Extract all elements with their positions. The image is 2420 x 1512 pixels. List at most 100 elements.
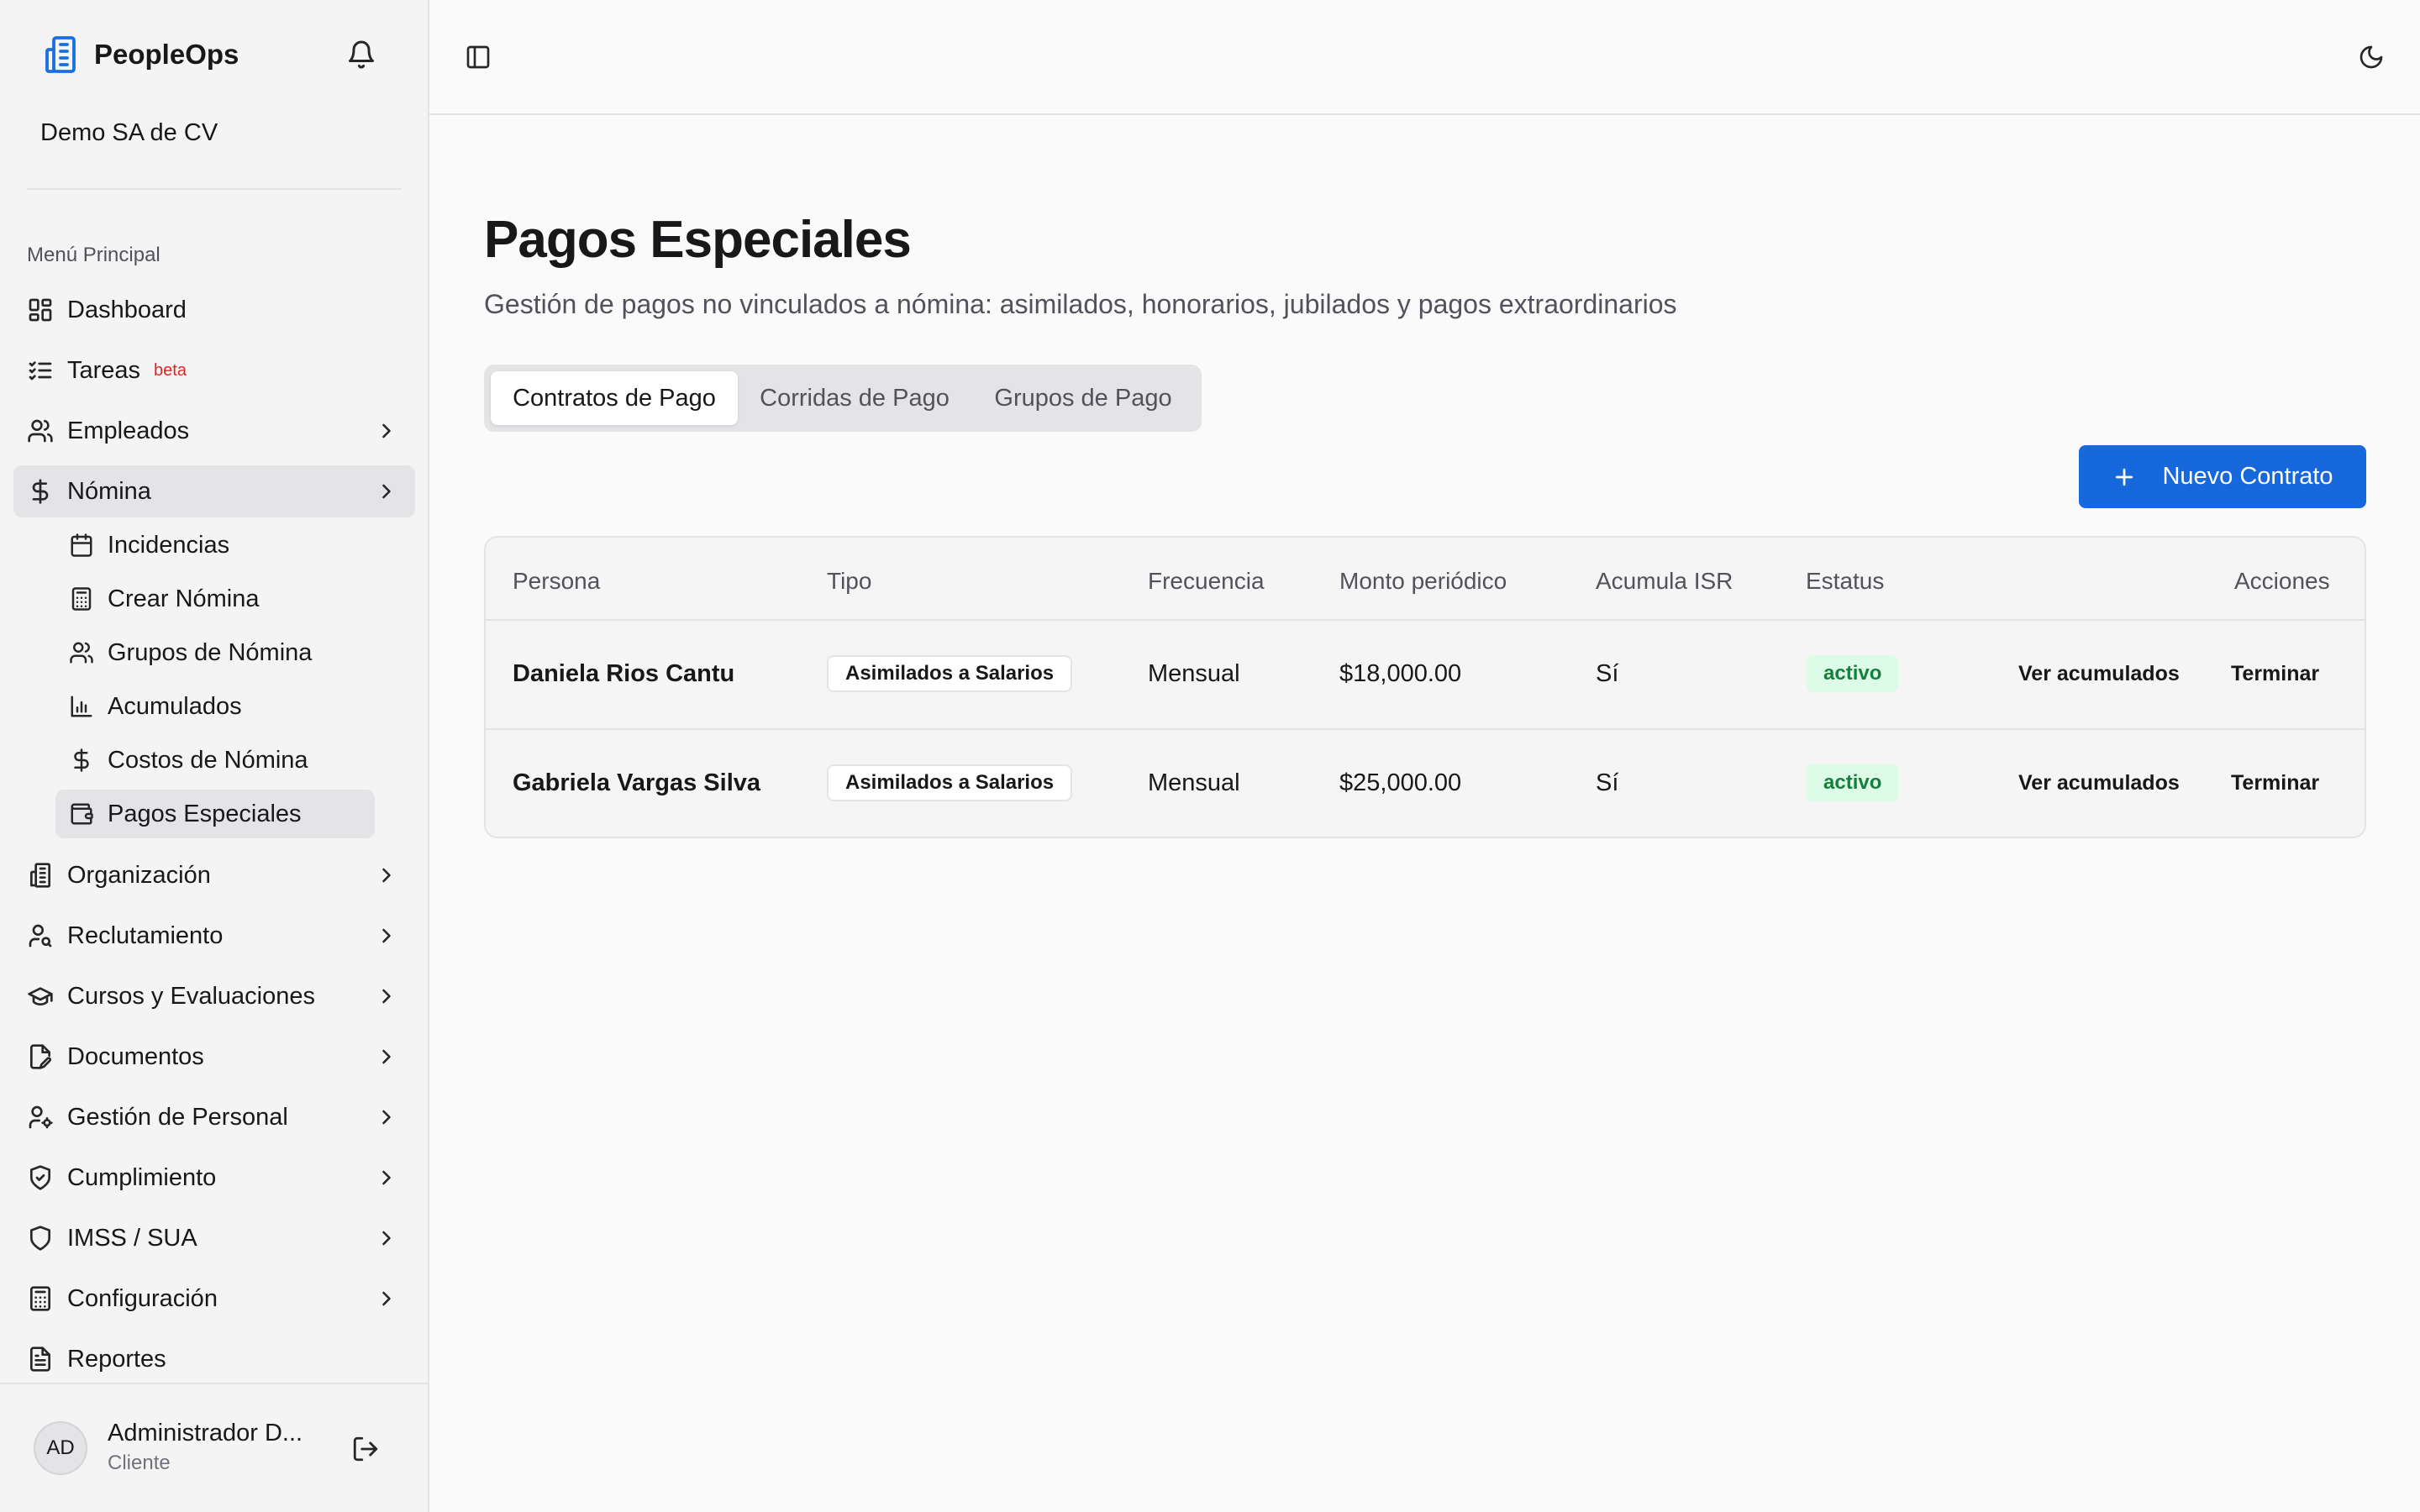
column-header-persona[interactable]: Persona bbox=[513, 568, 600, 595]
status-badge: activo bbox=[1807, 764, 1899, 801]
user-name: Administrador D... bbox=[108, 1420, 303, 1446]
chevron-right-icon bbox=[382, 868, 391, 883]
column-header-tipo[interactable]: Tipo bbox=[827, 568, 871, 595]
cell-monto: $18,000.00 bbox=[1339, 660, 1462, 687]
moon-icon[interactable] bbox=[2358, 44, 2385, 71]
cell-acumula-isr: Sí bbox=[1596, 769, 1619, 796]
building-icon bbox=[30, 863, 50, 888]
sidebar-subitem-incidencias[interactable]: Incidencias bbox=[55, 521, 375, 570]
sidebar-item-reclutamiento[interactable]: Reclutamiento bbox=[13, 910, 415, 962]
chevron-right-icon bbox=[382, 484, 391, 499]
sidebar-item-documentos[interactable]: Documentos bbox=[13, 1031, 415, 1083]
shield-icon bbox=[30, 1226, 50, 1251]
dollar-sign-icon bbox=[74, 748, 89, 772]
sidebar: PeopleOps Demo SA de CV Menú Principal D… bbox=[0, 0, 429, 1512]
chevron-right-icon bbox=[382, 1170, 391, 1185]
section-label: Menú Principal bbox=[27, 244, 160, 266]
user-role: Cliente bbox=[108, 1452, 171, 1474]
beta-badge: beta bbox=[154, 360, 187, 380]
plus-icon bbox=[2116, 468, 2133, 486]
bell-icon[interactable] bbox=[346, 39, 376, 70]
sidebar-subitem-label: Costos de Nómina bbox=[108, 746, 308, 774]
sidebar-footer-divider bbox=[0, 1383, 429, 1384]
page-subtitle: Gestión de pagos no vinculados a nómina:… bbox=[484, 289, 1677, 319]
sidebar-item-dashboard[interactable]: Dashboard bbox=[13, 284, 415, 336]
sidebar-item-imss-sua[interactable]: IMSS / SUA bbox=[13, 1212, 415, 1264]
list-checks-icon bbox=[29, 361, 52, 381]
sidebar-item-reportes[interactable]: Reportes bbox=[13, 1333, 415, 1385]
tab-grupos-de-pago[interactable]: Grupos de Pago bbox=[971, 371, 1195, 425]
sidebar-item-label: Nómina bbox=[67, 477, 151, 505]
sidebar-item-label: Configuración bbox=[67, 1284, 218, 1312]
column-header-acumula-isr[interactable]: Acumula ISR bbox=[1596, 568, 1733, 595]
graduation-cap-icon bbox=[28, 987, 53, 1005]
chevron-right-icon bbox=[382, 423, 391, 438]
sidebar-item-label: Documentos bbox=[67, 1042, 204, 1070]
file-edit-icon bbox=[30, 1044, 52, 1069]
wallet-icon bbox=[71, 803, 93, 825]
row-divider bbox=[486, 728, 2365, 730]
brand[interactable]: PeopleOps bbox=[40, 34, 239, 76]
sidebar-toggle-icon[interactable] bbox=[465, 44, 492, 71]
company-name[interactable]: Demo SA de CV bbox=[40, 119, 218, 147]
shield-check-icon bbox=[30, 1165, 50, 1190]
chevron-right-icon bbox=[382, 928, 391, 943]
sidebar-item-label: Reportes bbox=[67, 1345, 166, 1373]
view-accumulated-button[interactable]: Ver acumulados bbox=[2018, 771, 2180, 795]
cell-persona: Gabriela Vargas Silva bbox=[513, 769, 761, 796]
sidebar-subitem-crear-nomina[interactable]: Crear Nómina bbox=[55, 575, 375, 623]
calculator-icon bbox=[71, 587, 92, 611]
cell-persona: Daniela Rios Cantu bbox=[513, 660, 735, 687]
column-header-monto[interactable]: Monto periódico bbox=[1339, 568, 1507, 595]
chevron-right-icon bbox=[382, 989, 391, 1004]
column-header-frecuencia[interactable]: Frecuencia bbox=[1148, 568, 1265, 595]
logout-icon[interactable] bbox=[351, 1435, 380, 1463]
tab-corridas-de-pago[interactable]: Corridas de Pago bbox=[741, 371, 968, 425]
sidebar-subitem-label: Crear Nómina bbox=[108, 585, 260, 612]
dashboard-icon bbox=[29, 298, 52, 322]
tab-list: Contratos de Pago Corridas de Pago Grupo… bbox=[484, 365, 1202, 432]
sidebar-item-nomina[interactable]: Nómina bbox=[13, 465, 415, 517]
contracts-table: Persona Tipo Frecuencia Monto periódico … bbox=[484, 536, 2366, 838]
building-logo-icon bbox=[45, 36, 76, 73]
column-header-estatus[interactable]: Estatus bbox=[1806, 568, 1884, 595]
sidebar-item-organizacion[interactable]: Organización bbox=[13, 849, 415, 901]
view-accumulated-button[interactable]: Ver acumulados bbox=[2018, 662, 2180, 686]
sidebar-item-gestion-personal[interactable]: Gestión de Personal bbox=[13, 1091, 415, 1143]
sidebar-subitem-costos-nomina[interactable]: Costos de Nómina bbox=[55, 736, 375, 785]
sidebar-subitem-label: Pagos Especiales bbox=[108, 800, 302, 827]
top-bar bbox=[429, 0, 2420, 115]
sidebar-item-tareas[interactable]: Tareas beta bbox=[13, 344, 415, 396]
column-header-acciones: Acciones bbox=[2234, 568, 2330, 594]
cell-monto: $25,000.00 bbox=[1339, 769, 1462, 796]
file-text-icon bbox=[30, 1347, 50, 1372]
terminate-button[interactable]: Terminar bbox=[2231, 662, 2319, 686]
sidebar-item-label: Cumplimiento bbox=[67, 1163, 217, 1191]
sidebar-subitem-label: Grupos de Nómina bbox=[108, 638, 313, 666]
sidebar-subitem-grupos-nomina[interactable]: Grupos de Nómina bbox=[55, 628, 375, 677]
brand-name: PeopleOps bbox=[94, 39, 239, 70]
sidebar-item-label: Empleados bbox=[67, 417, 190, 444]
dollar-sign-icon bbox=[32, 479, 49, 504]
sidebar-subitem-acumulados[interactable]: Acumulados bbox=[55, 682, 375, 731]
sidebar-item-cursos[interactable]: Cursos y Evaluaciones bbox=[13, 970, 415, 1022]
users-icon bbox=[28, 419, 53, 443]
chevron-right-icon bbox=[382, 1231, 391, 1246]
avatar[interactable]: AD bbox=[34, 1421, 87, 1475]
calculator-icon bbox=[30, 1286, 50, 1311]
new-contract-label: Nuevo Contrato bbox=[2162, 463, 2333, 490]
sidebar-subitem-pagos-especiales[interactable]: Pagos Especiales bbox=[55, 790, 375, 838]
sidebar-item-empleados[interactable]: Empleados bbox=[13, 405, 415, 457]
calendar-icon bbox=[71, 533, 92, 557]
sidebar-item-label: IMSS / SUA bbox=[67, 1224, 197, 1252]
page-title: Pagos Especiales bbox=[484, 211, 912, 269]
tab-contratos-de-pago[interactable]: Contratos de Pago bbox=[491, 371, 738, 425]
terminate-button[interactable]: Terminar bbox=[2231, 771, 2319, 795]
sidebar-item-label: Organización bbox=[67, 861, 211, 889]
sidebar-subitem-label: Acumulados bbox=[108, 692, 242, 720]
sidebar-item-cumplimiento[interactable]: Cumplimiento bbox=[13, 1152, 415, 1204]
new-contract-button[interactable]: Nuevo Contrato bbox=[2079, 445, 2366, 508]
sidebar-item-label: Gestión de Personal bbox=[67, 1103, 288, 1131]
sidebar-item-configuracion[interactable]: Configuración bbox=[13, 1273, 415, 1325]
cell-frecuencia: Mensual bbox=[1148, 769, 1240, 796]
